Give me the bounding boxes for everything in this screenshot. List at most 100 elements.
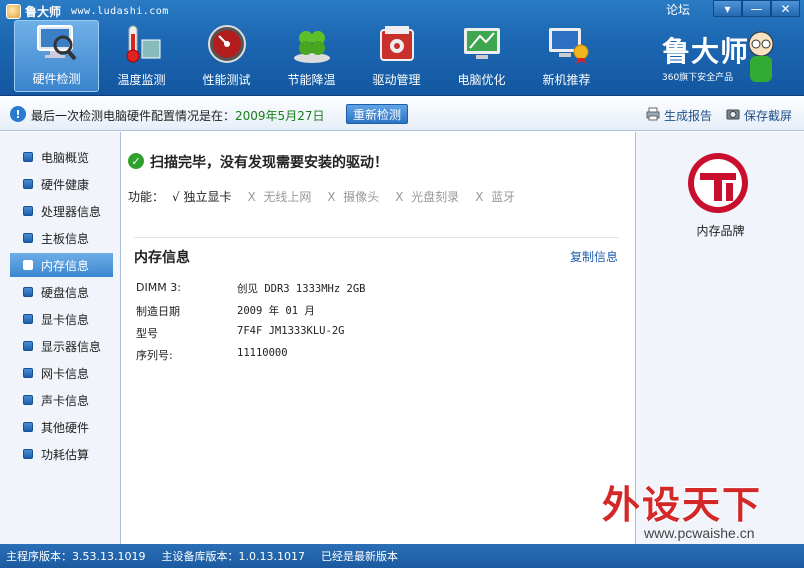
info-key: 型号 (136, 327, 158, 340)
bullet-icon (23, 260, 33, 270)
tool-label: 驱动管理 (372, 73, 421, 87)
copy-info-link[interactable]: 复制信息 (570, 248, 618, 265)
tool-driver-manage[interactable]: 驱动管理 (354, 20, 439, 92)
app-title: 鲁大师 www.ludashi.com (6, 2, 169, 20)
save-screenshot-label: 保存截屏 (744, 109, 793, 123)
mascot-icon (744, 30, 778, 86)
bullet-icon (23, 152, 33, 162)
sidebar-item-label: 电脑概览 (41, 150, 90, 165)
tool-label: 性能测试 (202, 73, 251, 87)
app-name: 鲁大师 (25, 4, 62, 19)
check-icon: ✓ (128, 153, 144, 169)
sidebar-item-label: 声卡信息 (41, 393, 90, 408)
info-key: 序列号: (136, 349, 173, 362)
feature-item: X 摄像头 (327, 190, 380, 204)
tool-performance[interactable]: 性能测试 (184, 20, 269, 92)
sidebar-item-motherboard[interactable]: 主板信息 (10, 226, 113, 250)
sidebar-item-overview[interactable]: 电脑概览 (10, 145, 113, 169)
sidebar-item-monitor[interactable]: 显示器信息 (10, 334, 113, 358)
sidebar-item-sound[interactable]: 声卡信息 (10, 388, 113, 412)
sidebar-item-memory[interactable]: 内存信息 (10, 253, 113, 277)
app-url: www.ludashi.com (71, 5, 169, 17)
tool-label: 电脑优化 (457, 73, 506, 87)
sidebar-item-label: 网卡信息 (41, 366, 90, 381)
brand-block: 鲁大师 360旗下安全产品 (662, 30, 749, 83)
feature-item: X 无线上网 (247, 190, 312, 204)
sidebar-item-other[interactable]: 其他硬件 (10, 415, 113, 439)
info-icon: ! (10, 106, 26, 122)
brand-name: 鲁大师 (662, 35, 750, 68)
sidebar-item-label: 处理器信息 (41, 204, 102, 219)
optimize-screen-icon (459, 23, 505, 65)
info-value: 11110000 (237, 347, 288, 359)
feature-list: 功能： √ 独立显卡 X 无线上网 X 摄像头 X 光盘刻录 X 蓝牙 (128, 188, 531, 205)
bullet-icon (23, 287, 33, 297)
watermark: 外设天下 www.pcwaishe.cn (602, 474, 762, 541)
tool-label: 新机推荐 (542, 73, 591, 87)
close-button[interactable]: ✕ (771, 0, 800, 17)
watermark-title: 外设天下 (602, 482, 763, 527)
sidebar-item-label: 主板信息 (41, 231, 90, 246)
main-content: ✓ 扫描完毕，没有发现需要安装的驱动！ 功能： √ 独立显卡 X 无线上网 X … (122, 132, 635, 544)
info-value: 2009 年 01 月 (237, 305, 315, 317)
save-screenshot-button[interactable]: 保存截屏 (726, 107, 792, 124)
sidebar-item-power[interactable]: 功耗估算 (10, 442, 113, 466)
tool-new-pc[interactable]: 新机推荐 (524, 20, 609, 92)
sidebar-item-cpu[interactable]: 处理器信息 (10, 199, 113, 223)
window-controls: ▾ — ✕ (713, 0, 800, 17)
sidebar-item-label: 显卡信息 (41, 312, 90, 327)
main-toolbar: 硬件检测 温度监测 性能测试 节能降温 驱动管理 电脑优化 新机推荐 (14, 20, 609, 92)
last-check-date: 2009年5月27日 (235, 109, 325, 123)
sidebar-item-network[interactable]: 网卡信息 (10, 361, 113, 385)
sidebar: 电脑概览 硬件健康 处理器信息 主板信息 内存信息 硬盘信息 显卡信息 显示器信… (0, 132, 121, 544)
status-bar: 主程序版本：3.53.13.1019 主设备库版本：1.0.13.1017 已经… (0, 544, 804, 568)
app-logo-icon (6, 3, 21, 19)
info-value: 创见 DDR3 1333MHz 2GB (237, 283, 366, 295)
recheck-button[interactable]: 重新检测 (346, 104, 408, 124)
watermark-url: www.pcwaishe.cn (644, 525, 755, 541)
sidebar-item-label: 其他硬件 (41, 420, 90, 435)
tool-temperature[interactable]: 温度监测 (99, 20, 184, 92)
sidebar-item-label: 硬盘信息 (41, 285, 90, 300)
tool-label: 温度监测 (117, 73, 166, 87)
new-pc-icon (544, 23, 590, 65)
sidebar-item-disk[interactable]: 硬盘信息 (10, 280, 113, 304)
bullet-icon (23, 179, 33, 189)
tool-label: 节能降温 (287, 73, 336, 87)
bullet-icon (23, 395, 33, 405)
sidebar-item-graphics[interactable]: 显卡信息 (10, 307, 113, 331)
brand-subtitle: 360旗下安全产品 (662, 73, 734, 83)
bullet-icon (23, 449, 33, 459)
info-key: DIMM 3: (136, 281, 181, 294)
sidebar-item-label: 功耗估算 (41, 447, 90, 462)
generate-report-button[interactable]: 生成报告 (646, 107, 712, 124)
features-label: 功能： (128, 190, 165, 204)
printer-icon (646, 107, 660, 124)
tool-label: 硬件检测 (32, 72, 81, 86)
sidebar-item-label: 内存信息 (41, 258, 90, 273)
bullet-icon (23, 233, 33, 243)
minimize-button[interactable]: — (742, 0, 771, 17)
menu-dropdown-button[interactable]: ▾ (713, 0, 742, 17)
hardware-detect-icon (34, 22, 80, 64)
bullet-icon (23, 314, 33, 324)
tool-energy-saving[interactable]: 节能降温 (269, 20, 354, 92)
sidebar-item-hardware-health[interactable]: 硬件健康 (10, 172, 113, 196)
section-divider (134, 237, 619, 238)
transcend-logo-icon (686, 151, 750, 215)
tool-hardware-detect[interactable]: 硬件检测 (14, 20, 99, 92)
forum-link[interactable]: 论坛 (666, 1, 690, 18)
bullet-icon (23, 206, 33, 216)
update-status: 已经是最新版本 (320, 550, 398, 563)
clover-icon (289, 23, 335, 65)
thermometer-icon (119, 23, 165, 65)
sidebar-item-label: 硬件健康 (41, 177, 90, 192)
sidebar-item-label: 显示器信息 (41, 339, 102, 354)
tool-pc-optimize[interactable]: 电脑优化 (439, 20, 524, 92)
memory-brand-label: 内存品牌 (696, 224, 745, 238)
section-title: 内存信息 (134, 250, 190, 266)
last-check-text: 最后一次检测电脑硬件配置情况是在：2009年5月27日 (31, 109, 325, 123)
info-value: 7F4F JM1333KLU-2G (237, 325, 345, 337)
feature-item: √ 独立显卡 (172, 190, 232, 204)
camera-icon (726, 107, 740, 124)
